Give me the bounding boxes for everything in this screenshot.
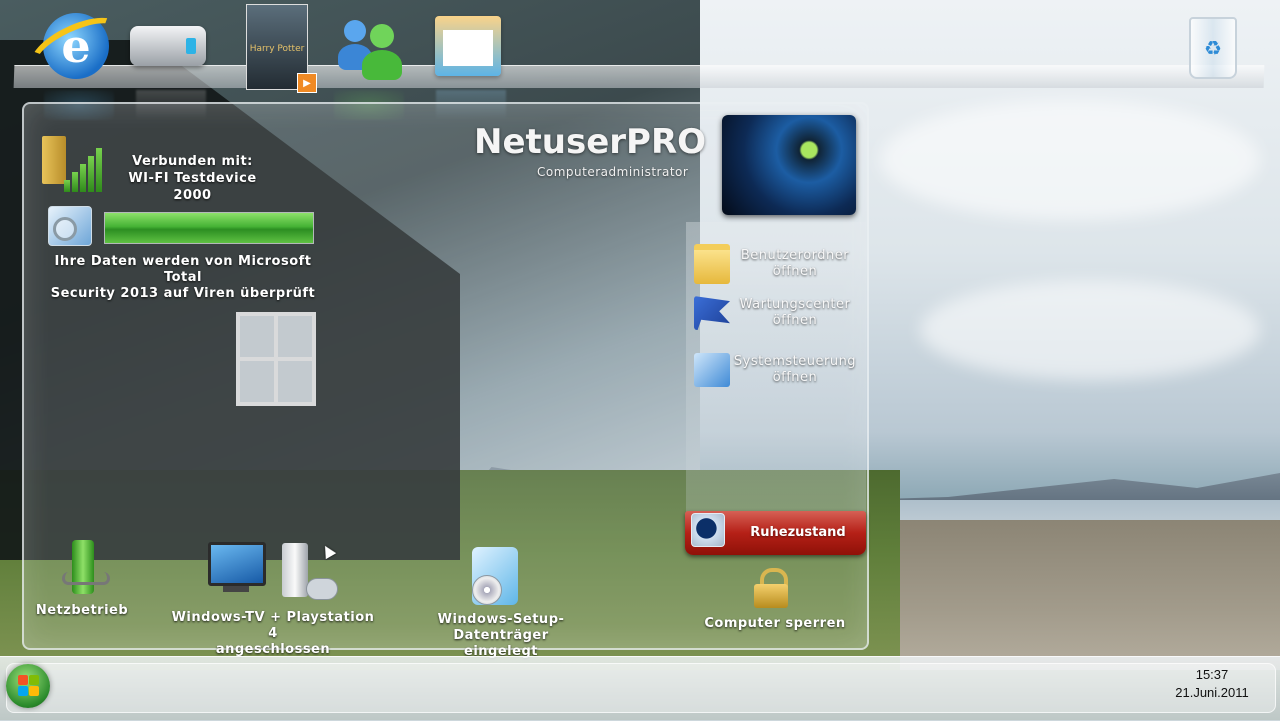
battery-plugged-icon[interactable] <box>62 534 110 594</box>
clock-time: 15:37 <box>1195 667 1229 682</box>
open-user-folder-label: Benutzerordner öffnen <box>730 248 860 280</box>
wallpaper-cloud <box>880 100 1260 220</box>
wifi-signal-icon[interactable] <box>42 136 102 192</box>
harry-potter-movie-icon[interactable]: Harry Potter ▶ <box>246 4 317 93</box>
security-scan-icon[interactable] <box>48 206 92 246</box>
lock-computer-button[interactable]: Computer sperren <box>700 616 850 632</box>
devices-status: Windows-TV + Playstation 4 angeschlossen <box>170 610 376 658</box>
open-control-panel-label: Systemsteuerung öffnen <box>730 354 860 386</box>
gamepad-icon <box>306 578 338 600</box>
open-action-center-label: Wartungscenter öffnen <box>730 297 860 329</box>
open-user-folder-line2: öffnen <box>772 264 818 279</box>
open-user-folder-link[interactable]: Benutzerordner öffnen <box>694 244 860 284</box>
scan-progress-fill <box>105 213 313 243</box>
setup-disc-icon[interactable] <box>472 547 518 605</box>
sleep-moon-icon <box>691 513 725 547</box>
devices-status-line1: Windows-TV + Playstation 4 <box>171 610 375 641</box>
clock-date: 21.Juni.2011 <box>1175 685 1249 700</box>
sleep-button[interactable]: Ruhezustand <box>685 511 866 555</box>
open-user-folder-line1: Benutzerordner <box>740 248 850 263</box>
page-title: NetuserPRO <box>474 122 707 162</box>
start-button[interactable] <box>6 664 50 708</box>
folder-icon <box>694 244 730 284</box>
setup-media-status: Windows-Setup-Datenträger eingelegt <box>398 612 604 660</box>
network-status-label: Verbunden mit: <box>132 154 253 169</box>
sleep-button-label: Ruhezustand <box>750 525 846 540</box>
internet-explorer-icon[interactable]: e <box>22 6 130 86</box>
movie-caption: Harry Potter <box>249 44 305 54</box>
scan-progress-bar <box>104 212 314 244</box>
network-status: Verbunden mit: WI-FI Testdevice 2000 <box>110 153 275 204</box>
open-control-panel-line1: Systemsteuerung <box>733 354 857 369</box>
open-action-center-line1: Wartungscenter <box>739 297 851 312</box>
play-icon: ▶ <box>297 73 317 93</box>
taskbar <box>0 656 1280 721</box>
scan-status-line2: Security 2013 auf Viren überprüft <box>50 286 316 301</box>
open-control-panel-link[interactable]: Systemsteuerung öffnen <box>694 353 860 387</box>
network-name: WI-FI Testdevice 2000 <box>128 171 257 203</box>
windows-live-mail-icon[interactable] <box>430 8 506 84</box>
open-action-center-line2: öffnen <box>772 313 818 328</box>
recycle-bin-icon[interactable]: ♻ <box>1186 16 1240 80</box>
monitor-icon[interactable] <box>208 542 266 592</box>
users-icon[interactable] <box>332 8 408 84</box>
windows-logo-icon <box>18 675 40 697</box>
power-status-label: Netzbetrieb <box>35 603 129 618</box>
user-avatar[interactable] <box>722 115 856 215</box>
action-center-flag-icon <box>694 296 730 330</box>
console-icon[interactable] <box>282 543 308 597</box>
scan-status-line1: Ihre Daten werden von Microsoft Total <box>54 254 312 285</box>
scan-status: Ihre Daten werden von Microsoft Total Se… <box>38 254 328 302</box>
wallpaper-cloud <box>920 280 1260 380</box>
taskbar-clock[interactable]: 15:37 21.Juni.2011 <box>1160 666 1264 702</box>
hard-drive-icon[interactable] <box>130 8 206 84</box>
control-panel-icon <box>694 353 730 387</box>
account-type: Computeradministrator <box>537 165 689 179</box>
lock-icon[interactable] <box>754 568 788 608</box>
setup-media-line1: Windows-Setup-Datenträger <box>437 612 565 643</box>
open-control-panel-line2: öffnen <box>772 370 818 385</box>
open-action-center-link[interactable]: Wartungscenter öffnen <box>694 296 860 330</box>
